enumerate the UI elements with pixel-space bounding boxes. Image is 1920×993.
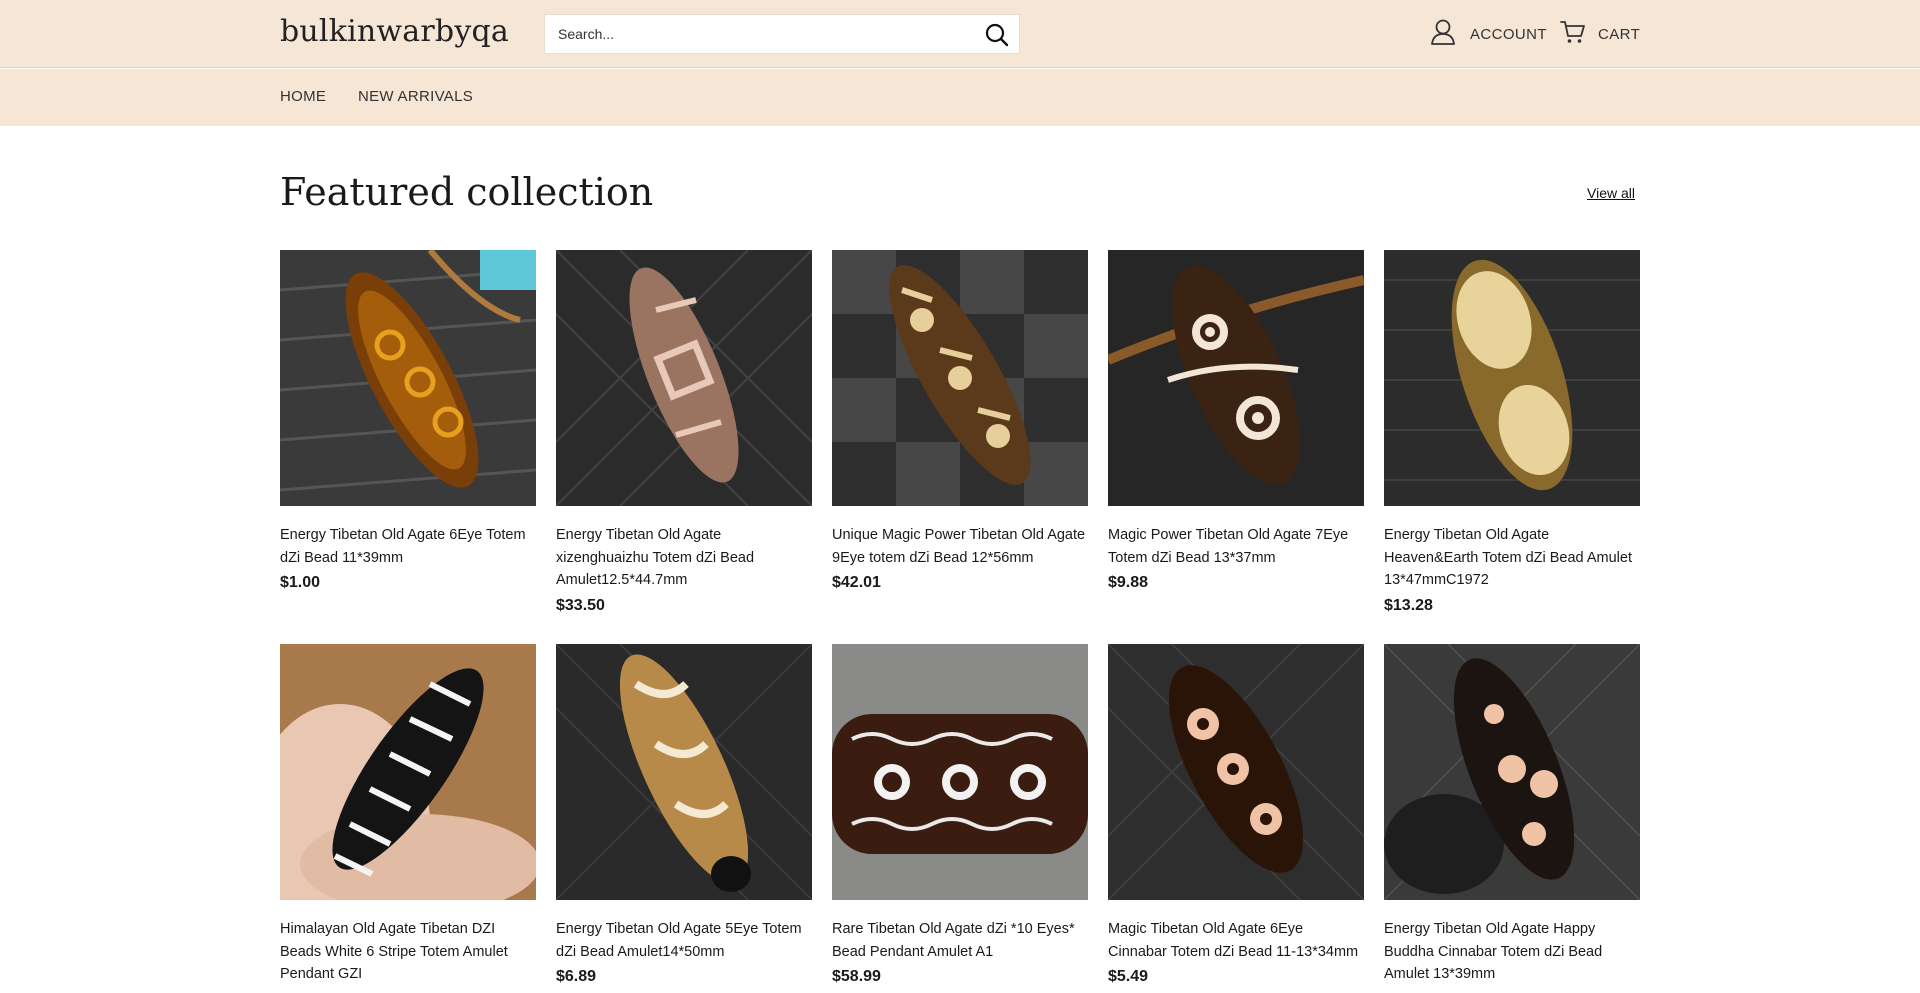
product-card[interactable]: Energy Tibetan Old Agate Happy Buddha Ci… [1384, 644, 1640, 991]
cart-label: CART [1598, 25, 1641, 43]
product-card[interactable]: Energy Tibetan Old Agate xizenghuaizhu T… [556, 250, 812, 615]
product-price: $13.28 [1384, 596, 1433, 614]
top-header: bulkinwarbyqa ACCOUNT CART [0, 0, 1920, 68]
product-image [556, 250, 812, 506]
nav-item-home[interactable]: HOME [280, 88, 326, 105]
product-image [832, 644, 1088, 900]
account-label: ACCOUNT [1470, 25, 1547, 43]
product-card[interactable]: Energy Tibetan Old Agate 6Eye Totem dZi … [280, 250, 536, 592]
product-price: $42.01 [832, 574, 881, 591]
search-input[interactable] [545, 15, 965, 53]
product-name[interactable]: Magic Tibetan Old Agate 6Eye Cinnabar To… [1108, 918, 1364, 963]
search-icon[interactable] [985, 23, 1009, 47]
product-name[interactable]: Unique Magic Power Tibetan Old Agate 9Ey… [832, 524, 1088, 569]
product-price: $9.88 [1108, 574, 1149, 591]
product-image [556, 644, 812, 900]
main-nav: HOME NEW ARRIVALS [0, 69, 1920, 126]
product-card[interactable]: Unique Magic Power Tibetan Old Agate 9Ey… [832, 250, 1088, 592]
product-name[interactable]: Energy Tibetan Old Agate Heaven&Earth To… [1384, 524, 1640, 592]
product-card[interactable]: Magic Tibetan Old Agate 6Eye Cinnabar To… [1108, 644, 1364, 986]
product-card[interactable]: Rare Tibetan Old Agate dZi *10 Eyes* Bea… [832, 644, 1088, 986]
product-card[interactable]: Energy Tibetan Old Agate 5Eye Totem dZi … [556, 644, 812, 986]
product-image [280, 644, 536, 900]
search-bar [544, 14, 1020, 54]
product-card[interactable]: Energy Tibetan Old Agate Heaven&Earth To… [1384, 250, 1640, 615]
product-card[interactable]: Himalayan Old Agate Tibetan DZI Beads Wh… [280, 644, 536, 991]
product-name[interactable]: Rare Tibetan Old Agate dZi *10 Eyes* Bea… [832, 918, 1088, 963]
product-card[interactable]: Magic Power Tibetan Old Agate 7Eye Totem… [1108, 250, 1364, 592]
product-image [280, 250, 536, 506]
nav-item-new-arrivals[interactable]: NEW ARRIVALS [358, 88, 473, 105]
product-name[interactable]: Energy Tibetan Old Agate 6Eye Totem dZi … [280, 524, 536, 569]
store-logo[interactable]: bulkinwarbyqa [280, 14, 509, 49]
product-name[interactable]: Energy Tibetan Old Agate Happy Buddha Ci… [1384, 918, 1640, 986]
account-icon [1430, 18, 1456, 51]
product-name[interactable]: Magic Power Tibetan Old Agate 7Eye Totem… [1108, 524, 1364, 569]
cart-link[interactable]: CART [1560, 20, 1640, 48]
account-link[interactable]: ACCOUNT [1430, 18, 1547, 51]
product-price: $58.99 [832, 968, 881, 985]
cart-icon [1560, 19, 1586, 50]
product-image [1108, 250, 1364, 506]
product-name[interactable]: Energy Tibetan Old Agate 5Eye Totem dZi … [556, 918, 812, 963]
view-all-link[interactable]: View all [1587, 185, 1635, 201]
section-title: Featured collection [280, 170, 654, 214]
product-name[interactable]: Himalayan Old Agate Tibetan DZI Beads Wh… [280, 918, 536, 986]
product-price: $1.00 [280, 574, 321, 591]
product-image [1384, 644, 1640, 900]
product-name[interactable]: Energy Tibetan Old Agate xizenghuaizhu T… [556, 524, 812, 592]
product-price: $33.50 [556, 596, 605, 614]
product-price: $6.89 [556, 968, 597, 985]
product-image [1384, 250, 1640, 506]
product-image [832, 250, 1088, 506]
product-price: $5.49 [1108, 968, 1149, 985]
product-image [1108, 644, 1364, 900]
